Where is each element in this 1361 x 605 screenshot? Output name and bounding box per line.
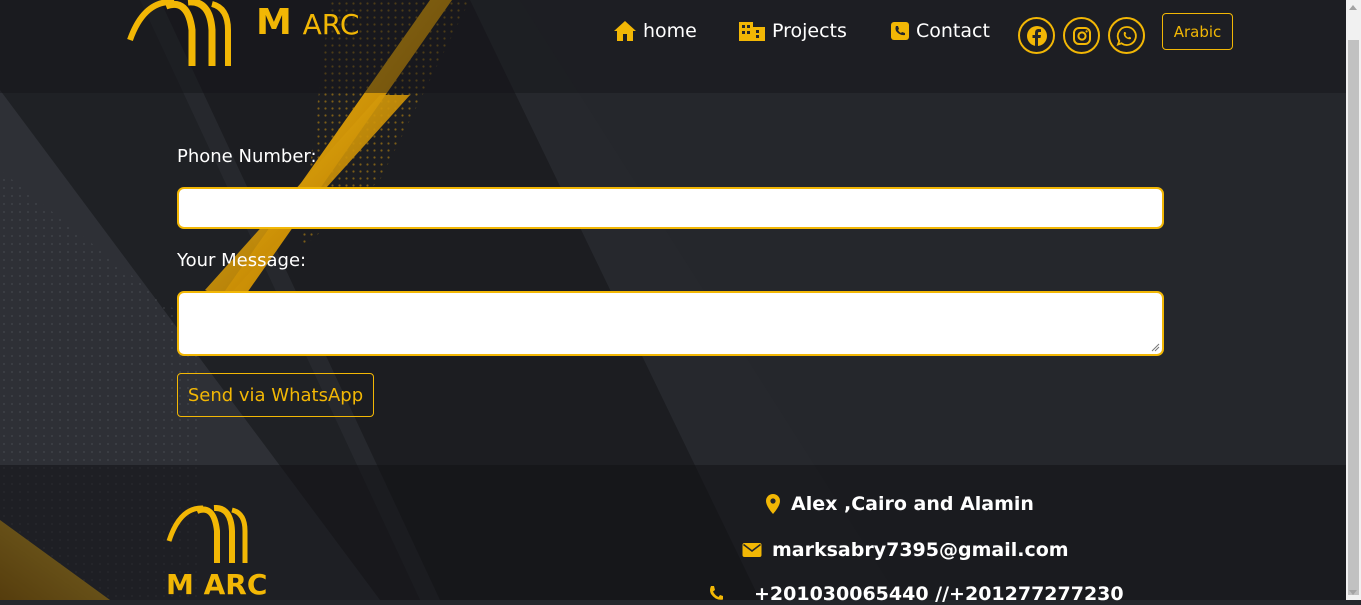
phone-number-field-wrapper [177, 187, 1164, 229]
map-marker-icon [766, 494, 780, 514]
footer-email-text: marksabry7395@gmail.com [772, 539, 1069, 561]
nav-contact-label: Contact [916, 20, 990, 42]
scroll-down-arrow-icon[interactable] [1349, 590, 1357, 595]
brand-m: M [256, 2, 292, 43]
footer-email[interactable]: marksabry7395@gmail.com [742, 539, 1069, 561]
language-toggle-button[interactable]: Arabic [1162, 13, 1233, 50]
page-scrollbar[interactable] [1346, 0, 1361, 600]
facebook-icon [1026, 25, 1047, 46]
envelope-icon [742, 543, 762, 557]
whatsapp-icon [1116, 25, 1137, 46]
send-whatsapp-button[interactable]: Send via WhatsApp [177, 373, 374, 417]
scroll-up-arrow-icon[interactable] [1349, 5, 1357, 10]
message-label: Your Message: [177, 250, 307, 271]
footer-brand-name: M ARC [166, 568, 268, 601]
nav-projects-label: Projects [772, 20, 847, 42]
nav-home-label: home [643, 20, 697, 42]
phone-number-input[interactable] [179, 189, 1162, 227]
nav-contact[interactable]: Contact [890, 20, 990, 42]
resize-grip-icon[interactable] [1150, 342, 1160, 352]
footer-location-text: Alex ,Cairo and Alamin [791, 493, 1034, 515]
facebook-link[interactable] [1018, 17, 1055, 54]
phone-icon [710, 586, 723, 600]
footer-phones-text: +201030065440 //+201277277230 [754, 583, 1124, 605]
house-icon [614, 21, 636, 41]
building-icon [739, 22, 765, 41]
phone-square-icon [891, 22, 909, 40]
whatsapp-link[interactable] [1108, 17, 1145, 54]
instagram-link[interactable] [1063, 17, 1100, 54]
nav-home[interactable]: home [613, 20, 697, 42]
footer-logo-arches-icon [166, 505, 248, 563]
message-textarea[interactable] [179, 293, 1162, 354]
instagram-icon [1072, 26, 1091, 45]
footer-phones[interactable]: +201030065440 //+201277277230 [708, 583, 1124, 605]
nav-projects[interactable]: Projects [738, 20, 847, 42]
footer-location: Alex ,Cairo and Alamin [765, 493, 1034, 515]
phone-number-label: Phone Number: [177, 146, 317, 167]
message-field-wrapper [177, 291, 1164, 356]
logo-arches-icon[interactable] [126, 0, 236, 70]
brand-arc: ARC [302, 8, 360, 41]
brand-name[interactable]: M ARC [256, 2, 359, 43]
scrollbar-thumb[interactable] [1348, 40, 1359, 595]
